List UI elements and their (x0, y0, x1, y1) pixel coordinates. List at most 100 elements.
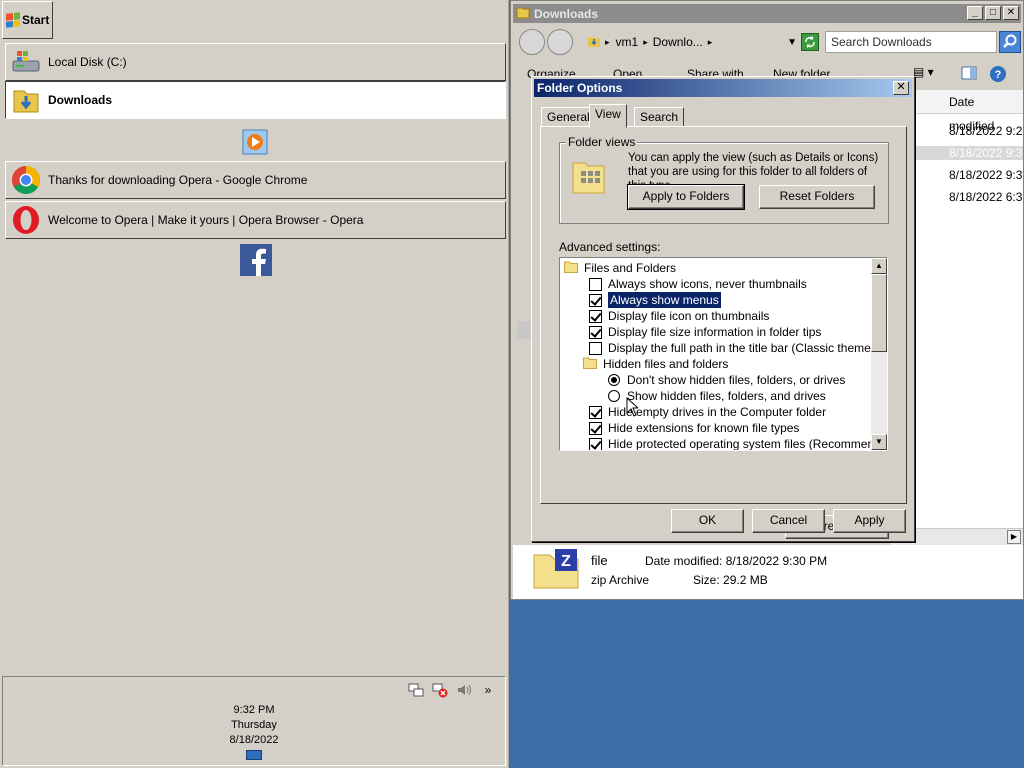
volume-icon[interactable] (455, 681, 473, 699)
show-more-icon[interactable]: » (479, 681, 497, 699)
tree-row-label: Hidden files and folders (603, 357, 729, 371)
tree-row-label: Hide extensions for known file types (608, 421, 800, 435)
checkbox-checked[interactable] (589, 309, 602, 323)
dialog-close-button[interactable]: ✕ (893, 81, 909, 95)
tree-row-label: Always show icons, never thumbnails (608, 277, 807, 291)
start-button[interactable]: Start (2, 1, 53, 39)
view-options-icon[interactable]: ▤ ▾ (913, 65, 934, 79)
folder-views-group: Folder views You can apply the view (suc… (559, 135, 889, 224)
taskbar-window-local-disk[interactable]: Local Disk (C:) (5, 43, 506, 81)
file-date[interactable]: 8/18/2022 9:2 (949, 124, 1022, 138)
folder-icon (516, 5, 530, 22)
facebook-icon[interactable] (240, 244, 272, 279)
view-tab-panel: Folder views You can apply the view (suc… (540, 126, 907, 539)
tree-row-label: Display the full path in the title bar (… (608, 341, 888, 355)
minimize-button[interactable]: _ (967, 6, 983, 20)
file-date[interactable]: 8/18/2022 6:3 (949, 190, 1022, 204)
radio-selected[interactable] (608, 374, 620, 386)
tree-row-check[interactable]: Display the full path in the title bar (… (589, 340, 888, 356)
folder-options-dialog: Folder Options ✕ General View Search Fol… (531, 76, 915, 542)
taskbar-window-downloads[interactable]: Downloads (5, 81, 506, 119)
scroll-thumb[interactable] (871, 274, 887, 352)
tree-row-check[interactable]: Display file size information in folder … (589, 324, 821, 340)
breadcrumb-vm1[interactable]: vm1 (616, 35, 639, 49)
windows-flag-icon (6, 12, 20, 28)
tree-row-label: Files and Folders (584, 261, 677, 275)
details-pane: Z file zip Archive Date modified: 8/18/2… (513, 545, 1023, 599)
close-button[interactable]: ✕ (1003, 6, 1019, 20)
checkbox-checked[interactable] (589, 325, 602, 339)
scroll-down-icon[interactable]: ▼ (871, 434, 887, 450)
tree-row-label: Show hidden files, folders, and drives (627, 389, 826, 403)
checkbox-unchecked[interactable] (589, 341, 602, 355)
mouse-cursor-icon (626, 396, 640, 420)
apply-to-folders-button[interactable]: Apply to Folders (627, 184, 745, 210)
taskbar-window-label: Welcome to Opera | Make it yours | Opera… (48, 213, 364, 227)
taskbar: Start Local Disk (C:) Downloads Thanks f… (0, 0, 509, 768)
details-size-value: 29.2 MB (723, 573, 768, 587)
tab-general[interactable]: General (541, 107, 596, 127)
address-dropdown-icon[interactable]: ▼ (787, 37, 797, 48)
file-list: Date modified 8/18/2022 9:2 8/18/2022 9:… (915, 90, 1023, 544)
tree-row-check[interactable]: Display file icon on thumbnails (589, 308, 769, 324)
tree-row-check[interactable]: Always show menus (589, 292, 721, 308)
explorer-titlebar[interactable]: Downloads _ □ ✕ (513, 4, 1021, 23)
scroll-right-icon[interactable]: ▶ (1007, 530, 1021, 544)
preview-pane-icon[interactable] (961, 65, 977, 84)
back-button[interactable] (519, 29, 545, 55)
tree-scrollbar[interactable]: ▲ ▼ (871, 258, 887, 450)
address-bar[interactable]: ▸ vm1 ▸ Downlo... ▸ ▼ (587, 30, 797, 54)
reset-folders-button[interactable]: Reset Folders (759, 185, 875, 209)
file-date[interactable]: 8/18/2022 9:3 (949, 168, 1022, 182)
checkbox-unchecked[interactable] (589, 277, 602, 291)
search-icon[interactable] (999, 31, 1021, 53)
folder-views-legend: Folder views (566, 135, 638, 149)
taskbar-window-label: Thanks for downloading Opera - Google Ch… (48, 173, 308, 187)
file-date-selected[interactable]: 8/18/2022 9:3 (915, 146, 1023, 160)
address-bar-row: ▸ vm1 ▸ Downlo... ▸ ▼ Search Downloads (513, 27, 1021, 57)
maximize-button[interactable]: □ (985, 6, 1001, 20)
clock-time: 9:32 PM (233, 704, 275, 716)
checkbox-checked[interactable] (589, 421, 602, 435)
checkbox-checked[interactable] (589, 437, 602, 450)
tree-row-label: Display file icon on thumbnails (608, 309, 770, 323)
scroll-up-icon[interactable]: ▲ (871, 258, 887, 274)
network-icon[interactable] (407, 681, 425, 699)
taskbar-window-label: Local Disk (C:) (48, 55, 127, 69)
tree-row-check[interactable]: Hide protected operating system files (R… (589, 436, 887, 450)
radio-unselected[interactable] (608, 390, 620, 402)
refresh-icon[interactable] (801, 33, 819, 51)
apply-button[interactable]: Apply (833, 509, 906, 533)
network-error-icon[interactable] (431, 681, 449, 699)
show-desktop-icon[interactable] (246, 750, 262, 760)
breadcrumb-downloads[interactable]: Downlo... (653, 35, 703, 49)
checkbox-checked[interactable] (589, 293, 602, 307)
tab-search[interactable]: Search (634, 107, 685, 127)
taskbar-window-opera[interactable]: Welcome to Opera | Make it yours | Opera… (5, 201, 506, 239)
media-player-icon[interactable] (242, 129, 268, 158)
advanced-settings-tree[interactable]: Files and Folders Always show icons, neve… (559, 257, 888, 451)
advanced-settings-label: Advanced settings: (559, 240, 661, 254)
search-input[interactable]: Search Downloads (825, 31, 997, 53)
tree-row-radio[interactable]: Don't show hidden files, folders, or dri… (608, 372, 845, 388)
forward-button[interactable] (547, 29, 573, 55)
tree-row-radio[interactable]: Show hidden files, folders, and drives (608, 388, 826, 404)
taskbar-window-chrome[interactable]: Thanks for downloading Opera - Google Ch… (5, 161, 506, 199)
left-pane-scroll-stub (517, 321, 531, 339)
tree-row-check[interactable]: Hide empty drives in the Computer folder (589, 404, 826, 420)
clock-day: Thursday (231, 719, 277, 731)
chrome-icon (10, 164, 42, 196)
help-icon[interactable]: ? (989, 65, 1007, 86)
clock[interactable]: 9:32 PM Thursday 8/18/2022 (3, 703, 505, 760)
dialog-titlebar[interactable]: Folder Options ✕ (534, 79, 912, 97)
cancel-button[interactable]: Cancel (752, 509, 825, 533)
column-header-date-modified[interactable]: Date modified (915, 90, 1023, 133)
ok-button[interactable]: OK (671, 509, 744, 533)
checkbox-checked[interactable] (589, 405, 602, 419)
tree-row-check[interactable]: Hide extensions for known file types (589, 420, 799, 436)
explorer-title: Downloads (534, 6, 599, 21)
tree-row-label: Hide empty drives in the Computer folder (608, 405, 827, 419)
tab-view[interactable]: View (589, 104, 627, 128)
breadcrumb-sep: ▸ (707, 36, 713, 47)
tree-row-check[interactable]: Always show icons, never thumbnails (589, 276, 807, 292)
